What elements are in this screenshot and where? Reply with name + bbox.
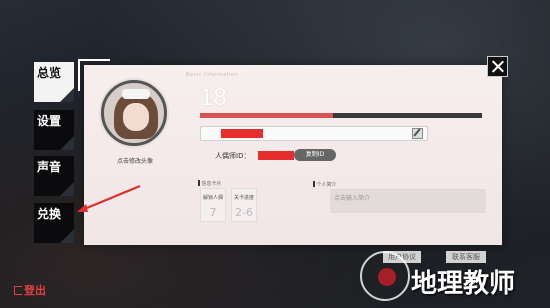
watermark-logo-center (378, 268, 396, 286)
tab-settings[interactable]: 设置 (34, 110, 74, 150)
contact-support-button[interactable]: 联系客服 (446, 251, 486, 263)
card-title: 解锁人偶 (202, 195, 223, 201)
card-value: 7 (209, 206, 217, 219)
tab-overview[interactable]: 总览 (34, 62, 74, 102)
tab-settings-label: 设置 (37, 114, 62, 128)
exp-bar-fill (200, 113, 333, 118)
edit-name-icon[interactable] (412, 128, 423, 139)
card-stage-progress: 关卡进度 2-6 (231, 188, 257, 222)
intro-input[interactable]: 点击输入简介 (330, 189, 486, 213)
card-title: 关卡进度 (233, 195, 254, 201)
avatar-caption: 点击修改头像 (116, 158, 153, 165)
card-value: 2-6 (235, 206, 253, 219)
logout-icon (14, 286, 22, 295)
annotation-arrow (77, 184, 141, 212)
logout-label: 登出 (24, 284, 46, 297)
copy-id-button[interactable]: 复制ID (294, 149, 336, 161)
watermark-text: 地理教师 (411, 269, 516, 299)
close-button[interactable] (487, 56, 508, 77)
exp-bar (200, 113, 482, 118)
tab-redeem[interactable]: 兑换 (34, 203, 74, 243)
section-eng-label: Basic Information (186, 72, 239, 78)
intro-section-label: 个人简介 (313, 181, 337, 188)
player-name-redacted (221, 129, 263, 138)
puppeteer-id-redacted (258, 151, 294, 160)
tab-redeem-label: 兑换 (37, 207, 62, 221)
intro-placeholder: 点击输入简介 (334, 195, 371, 202)
player-level: 18 (200, 84, 227, 111)
puppeteer-id-label: 人偶师ID： (215, 152, 251, 160)
tab-sound-label: 声音 (37, 160, 62, 174)
player-name-field[interactable] (200, 126, 428, 141)
logout-button[interactable]: 登出 (14, 282, 46, 298)
card-section-label: 信息卡片 (198, 180, 222, 187)
card-unlocked-dolls: 解锁人偶 7 (200, 188, 226, 222)
tab-overview-label: 总览 (37, 66, 62, 80)
tab-sound[interactable]: 声音 (34, 156, 74, 196)
avatar[interactable] (101, 80, 167, 146)
